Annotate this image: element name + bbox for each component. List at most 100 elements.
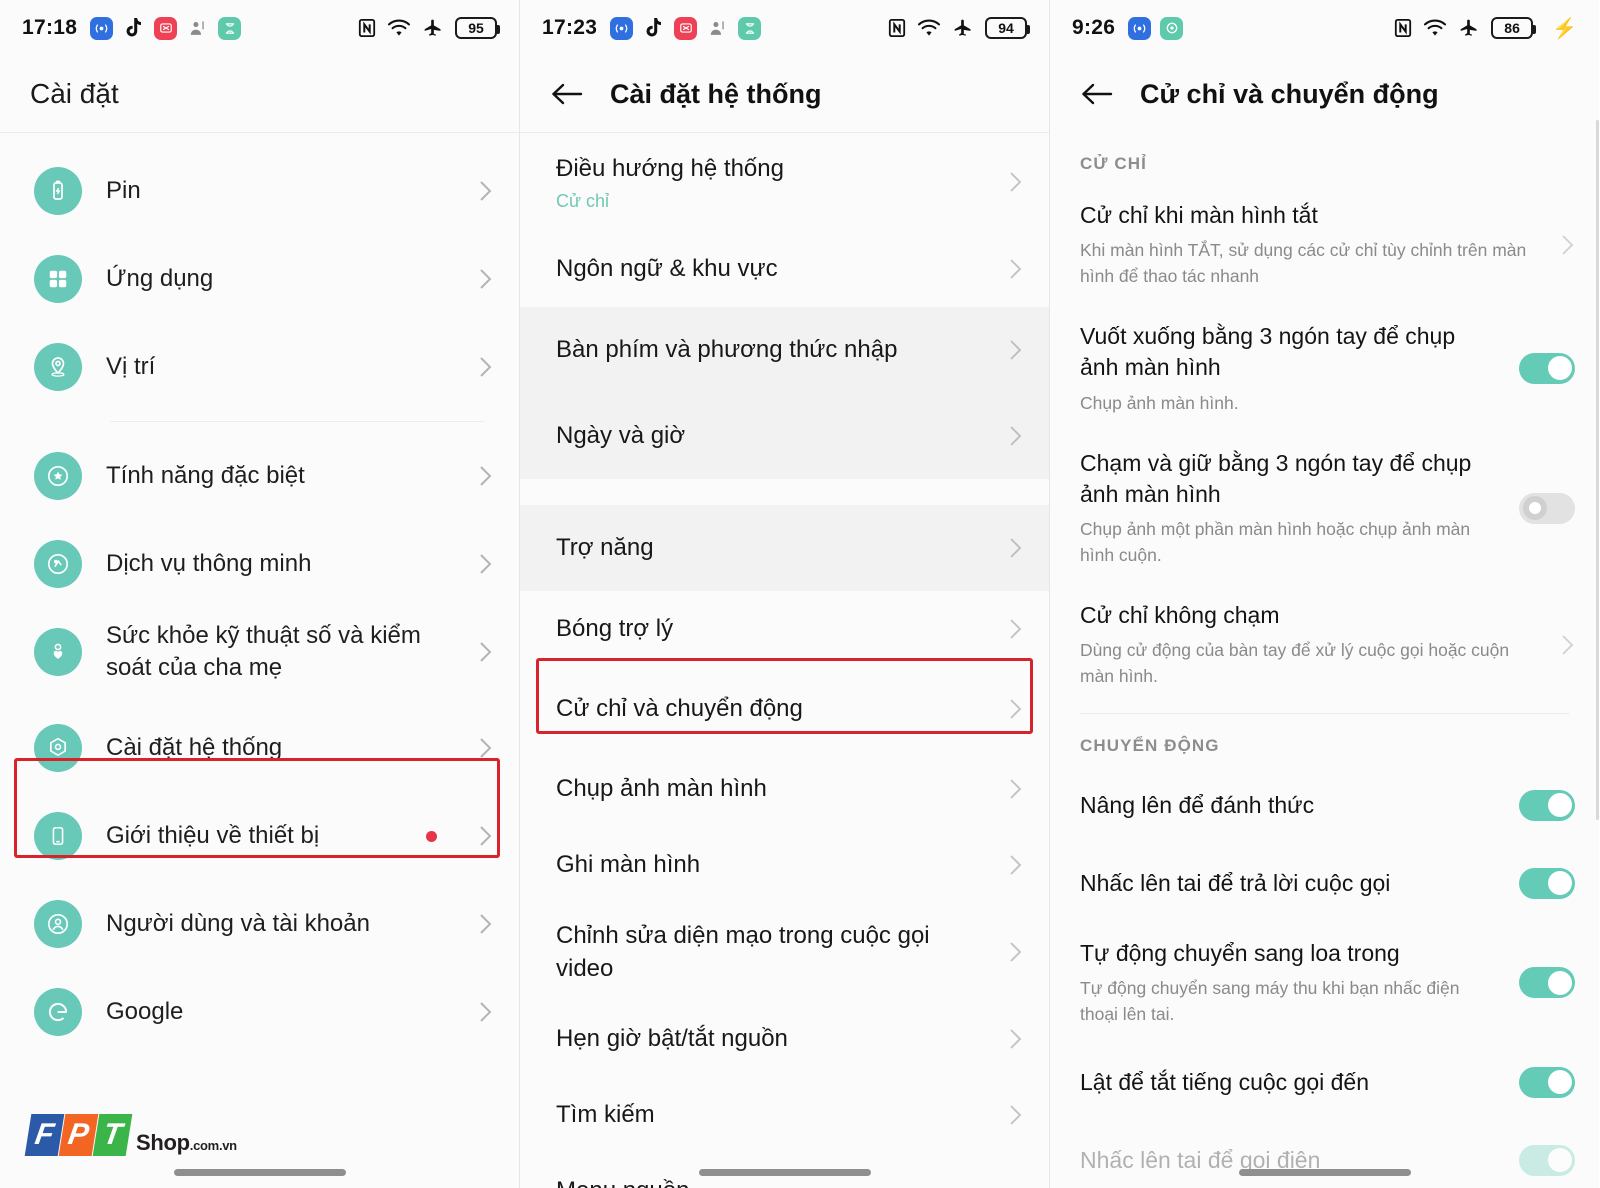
toggle-switch[interactable] <box>1519 1144 1575 1176</box>
chevron-right-icon <box>479 640 493 664</box>
list-item-label: Tìm kiếm <box>556 1101 655 1129</box>
list-item-ngay-va-gio[interactable]: Ngày và giờ <box>520 393 1049 479</box>
status-bar-right: 86 ⚡ <box>1394 16 1577 41</box>
sidebar-item-vi-tri[interactable]: Vị trí <box>0 323 519 411</box>
settings-group-shaded: Bàn phím và phương thức nhập Ngày và giờ <box>520 307 1049 479</box>
status-bar: 17:18 95 <box>0 0 519 56</box>
sidebar-item-label: Giới thiệu về thiết bị <box>106 821 320 849</box>
nfc-icon <box>1394 18 1412 38</box>
sidebar-item-google[interactable]: Google <box>0 968 519 1056</box>
list-item-label: Ghi màn hình <box>556 851 701 879</box>
phone-screen-gestures-and-motions: 9:26 86 ⚡ Cử chỉ và chuyển động CỬ CHỈ C… <box>1050 0 1599 1188</box>
setting-label: Cử chỉ khi màn hình tắt <box>1080 202 1318 228</box>
system-settings-icon <box>34 724 82 772</box>
back-arrow-icon[interactable] <box>1080 81 1114 107</box>
page-header: Cử chỉ và chuyển động <box>1050 56 1599 132</box>
sidebar-item-nguoi-dung-va-tai-khoan[interactable]: Người dùng và tài khoản <box>0 880 519 968</box>
page-title: Cài đặt <box>0 56 519 132</box>
chevron-right-icon <box>479 464 493 488</box>
status-bar: 9:26 86 ⚡ <box>1050 0 1599 56</box>
list-item-ban-phim[interactable]: Bàn phím và phương thức nhập <box>520 307 1049 393</box>
list-item-ngon-ngu-khu-vuc[interactable]: Ngôn ngữ & khu vực <box>520 231 1049 307</box>
list-item-hen-gio-bat-tat-nguon[interactable]: Hẹn giờ bật/tắt nguồn <box>520 1001 1049 1077</box>
sidebar-item-pin[interactable]: Pin <box>0 147 519 235</box>
fpt-shop-label: Shop.com.vn <box>136 1130 237 1155</box>
google-g-icon <box>34 988 82 1036</box>
sidebar-item-label: Google <box>106 997 184 1025</box>
toggle-switch[interactable] <box>1519 492 1575 524</box>
status-bar-left: 17:23 <box>542 16 762 40</box>
tiktok-icon <box>122 17 145 40</box>
toggle-switch[interactable] <box>1519 967 1575 999</box>
list-item-label: Chỉnh sửa diện mạo trong cuộc gọi video <box>556 921 930 982</box>
setting-sub: Khi màn hình TẮT, sử dụng các cử chỉ tùy… <box>1080 240 1527 286</box>
fpt-letter-t: T <box>92 1114 133 1156</box>
chevron-right-icon <box>1009 170 1023 194</box>
setting-row-cham-va-giu-3-ngon-tay[interactable]: Chạm và giữ bằng 3 ngón tay để chụp ảnh … <box>1050 432 1599 584</box>
list-item-bong-tro-ly[interactable]: Bóng trợ lý <box>520 591 1049 667</box>
fpt-letter-p: P <box>58 1114 99 1156</box>
sidebar-item-tinh-nang-dac-biet[interactable]: Tính năng đặc biệt <box>0 432 519 520</box>
status-bar-left: 17:18 <box>22 16 242 40</box>
list-item-label: Điều hướng hệ thống <box>556 154 784 182</box>
setting-row-nhac-len-tai-de-goi-dien[interactable]: Nhấc lên tai để gọi điện <box>1050 1121 1599 1188</box>
toggle-switch[interactable] <box>1519 352 1575 384</box>
sidebar-item-label: Vị trí <box>106 352 156 380</box>
setting-label: Nhấc lên tai để trả lời cuộc gọi <box>1080 869 1391 896</box>
list-item-sub: Cử chỉ <box>556 191 610 212</box>
setting-row-nang-len-de-danh-thuc[interactable]: Nâng lên để đánh thức <box>1050 766 1599 844</box>
fpt-letter-f: F <box>24 1114 65 1156</box>
list-item-ghi-man-hinh[interactable]: Ghi màn hình <box>520 827 1049 903</box>
setting-label: Vuốt xuống bằng 3 ngón tay để chụp ảnh m… <box>1080 323 1456 381</box>
home-indicator <box>698 1169 871 1176</box>
list-item-label: Trợ năng <box>556 534 654 562</box>
list-item-label: Ngày và giờ <box>556 422 686 450</box>
header-back-group: Cài đặt hệ thống <box>550 79 822 110</box>
status-time: 9:26 <box>1072 16 1116 39</box>
toggle-switch[interactable] <box>1519 1066 1575 1098</box>
setting-row-nhac-len-tai-tra-loi[interactable]: Nhấc lên tai để trả lời cuộc gọi <box>1050 844 1599 922</box>
sidebar-item-ung-dung[interactable]: Ứng dụng <box>0 235 519 323</box>
chevron-right-icon <box>1009 257 1023 281</box>
setting-row-tu-dong-chuyen-sang-loa-trong[interactable]: Tự động chuyển sang loa trong Tự động ch… <box>1050 922 1599 1043</box>
sidebar-item-label: Pin <box>106 176 141 204</box>
chevron-right-icon <box>1009 853 1023 877</box>
chevron-right-icon <box>479 824 493 848</box>
list-item-cu-chi-va-chuyen-dong[interactable]: Cử chỉ và chuyển động <box>520 667 1049 751</box>
sidebar-item-cai-dat-he-thong[interactable]: Cài đặt hệ thống <box>0 704 519 792</box>
red-app-icon <box>674 16 698 40</box>
setting-label: Lật để tắt tiếng cuộc gọi đến <box>1080 1068 1369 1095</box>
phone-screen-system-settings: 17:23 94 Cài đặt hệ thống Điều hướng hệ … <box>520 0 1050 1188</box>
sidebar-item-label: Cài đặt hệ thống <box>106 733 283 761</box>
group-gap <box>520 479 1049 505</box>
sidebar-item-suc-khoe-ky-thuat-so[interactable]: Sức khỏe kỹ thuật số và kiểm soát của ch… <box>0 608 519 696</box>
list-item-chup-anh-man-hinh[interactable]: Chụp ảnh màn hình <box>520 751 1049 827</box>
list-item-dieu-huong-he-thong[interactable]: Điều hướng hệ thống Cử chỉ <box>520 133 1049 231</box>
status-badge <box>426 830 437 842</box>
setting-row-lat-de-tat-tieng[interactable]: Lật để tắt tiếng cuộc gọi đến <box>1050 1043 1599 1121</box>
back-arrow-icon[interactable] <box>550 81 584 107</box>
sidebar-item-gioi-thieu-ve-thiet-bi[interactable]: Giới thiệu về thiết bị <box>0 792 519 880</box>
setting-row-cu-chi-khong-cham[interactable]: Cử chỉ không chạm Dùng cử động của bàn t… <box>1050 584 1599 705</box>
sidebar-item-dich-vu-thong-minh[interactable]: Dịch vụ thông minh <box>0 520 519 608</box>
toggle-switch[interactable] <box>1519 867 1575 899</box>
list-item-tro-nang[interactable]: Trợ năng <box>520 505 1049 591</box>
teal-app-icon <box>738 16 762 40</box>
chevron-right-icon <box>1009 697 1023 721</box>
signal-app-icon <box>610 16 634 40</box>
setting-sub: Chụp ảnh một phần màn hình hoặc chụp ảnh… <box>1080 519 1471 565</box>
teal-app-icon <box>218 16 242 40</box>
scrollbar[interactable] <box>1596 120 1599 820</box>
chevron-right-icon <box>479 1000 493 1024</box>
toggle-switch[interactable] <box>1519 789 1575 821</box>
list-item-chinh-sua-dien-mao[interactable]: Chỉnh sửa diện mạo trong cuộc gọi video <box>520 903 1049 1001</box>
phone-device-icon <box>34 812 82 860</box>
section-header-motion: CHUYỂN ĐỘNG <box>1080 736 1220 756</box>
list-item-tim-kiem[interactable]: Tìm kiếm <box>520 1077 1049 1153</box>
list-item-label: Menu nguồn <box>556 1177 689 1188</box>
setting-row-cu-chi-khi-man-hinh-tat[interactable]: Cử chỉ khi màn hình tắt Khi màn hình TẮT… <box>1050 184 1599 305</box>
sidebar-item-label: Tính năng đặc biệt <box>106 461 305 489</box>
list-item-label: Ngôn ngữ & khu vực <box>556 255 778 283</box>
setting-row-vuot-xuong-3-ngon-tay[interactable]: Vuốt xuống bằng 3 ngón tay để chụp ảnh m… <box>1050 305 1599 432</box>
fpt-logo: F P T <box>24 1114 133 1156</box>
